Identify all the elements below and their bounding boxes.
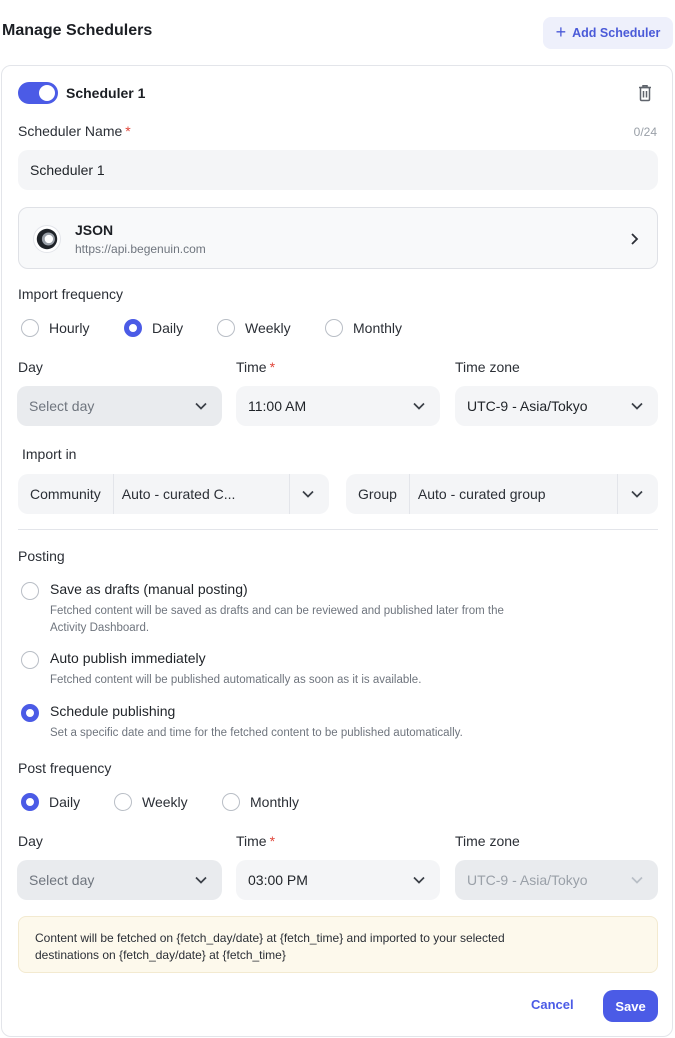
source-url: https://api.begenuin.com <box>75 242 206 256</box>
option-auto-publish-desc: Fetched content will be published automa… <box>50 674 422 686</box>
community-select[interactable]: Community Auto - curated C... <box>18 474 329 514</box>
radio-post-weekly[interactable] <box>114 793 132 811</box>
option-auto-publish[interactable]: Auto publish immediately <box>50 650 206 666</box>
source-name: JSON <box>75 222 114 238</box>
radio-hourly[interactable] <box>21 319 39 337</box>
post-freq-daily[interactable]: Daily <box>21 793 80 811</box>
scheduler-name-input[interactable]: Scheduler 1 <box>18 150 658 190</box>
chevron-down-icon <box>631 876 643 884</box>
scheduler-name-label: Scheduler Name * <box>18 123 131 139</box>
radio-monthly[interactable] <box>325 319 343 337</box>
option-schedule-publishing[interactable]: Schedule publishing <box>50 703 175 719</box>
name-char-counter: 0/24 <box>633 125 657 139</box>
group-value: Auto - curated group <box>417 486 546 502</box>
scheduler-enabled-toggle[interactable] <box>18 82 58 104</box>
save-button[interactable]: Save <box>603 990 658 1022</box>
radio-daily[interactable] <box>124 319 142 337</box>
import-freq-weekly[interactable]: Weekly <box>217 319 291 337</box>
post-time-label: Time * <box>236 833 276 849</box>
import-timezone-label: Time zone <box>455 359 520 375</box>
radio-save-drafts[interactable] <box>21 582 39 600</box>
group-label: Group <box>346 474 410 514</box>
radio-post-daily[interactable] <box>21 793 39 811</box>
chevron-down-icon <box>631 402 643 410</box>
import-day-select[interactable]: Select day <box>17 386 222 426</box>
option-save-drafts-desc: Fetched content will be saved as drafts … <box>50 605 504 634</box>
chevron-down-icon <box>413 402 425 410</box>
radio-post-monthly[interactable] <box>222 793 240 811</box>
community-label: Community <box>18 474 114 514</box>
cancel-button[interactable]: Cancel <box>531 997 574 1012</box>
chevron-down-icon <box>195 402 207 410</box>
chevron-down-icon <box>413 876 425 884</box>
scheduler-card: Scheduler 1 Scheduler Name * 0/24 Schedul… <box>1 65 673 1037</box>
scheduler-title: Scheduler 1 <box>66 85 146 101</box>
radio-auto-publish[interactable] <box>21 651 39 669</box>
post-freq-monthly[interactable]: Monthly <box>222 793 299 811</box>
source-card[interactable]: JSON https://api.begenuin.com <box>18 207 658 269</box>
post-timezone-select: UTC-9 - Asia/Tokyo <box>455 860 658 900</box>
import-time-label: Time * <box>236 359 276 375</box>
chevron-right-icon <box>631 233 639 245</box>
json-logo <box>33 225 61 253</box>
page-title: Manage Schedulers <box>2 22 153 39</box>
posting-label: Posting <box>18 548 65 564</box>
import-timezone-select[interactable]: UTC-9 - Asia/Tokyo <box>455 386 658 426</box>
post-day-select[interactable]: Select day <box>17 860 222 900</box>
chevron-down-icon <box>631 490 643 498</box>
import-day-label: Day <box>18 359 43 375</box>
post-freq-weekly[interactable]: Weekly <box>114 793 188 811</box>
trash-icon[interactable] <box>638 84 652 102</box>
post-timezone-label: Time zone <box>455 833 520 849</box>
schedule-summary-note: Content will be fetched on {fetch_day/da… <box>18 916 658 973</box>
post-day-label: Day <box>18 833 43 849</box>
option-schedule-publishing-desc: Set a specific date and time for the fet… <box>50 727 463 739</box>
community-value: Auto - curated C... <box>121 486 236 502</box>
radio-weekly[interactable] <box>217 319 235 337</box>
option-save-drafts[interactable]: Save as drafts (manual posting) <box>50 581 248 597</box>
import-in-label: Import in <box>22 446 77 462</box>
import-frequency-label: Import frequency <box>18 286 124 302</box>
chevron-down-icon <box>195 876 207 884</box>
chevron-down-icon <box>302 490 314 498</box>
group-select[interactable]: Group Auto - curated group <box>346 474 658 514</box>
import-freq-monthly[interactable]: Monthly <box>325 319 402 337</box>
import-freq-hourly[interactable]: Hourly <box>21 319 89 337</box>
post-frequency-label: Post frequency <box>18 760 112 776</box>
import-time-select[interactable]: 11:00 AM <box>236 386 440 426</box>
add-scheduler-label: Add Scheduler <box>572 26 661 40</box>
plus-icon: + <box>555 22 567 42</box>
section-divider <box>18 529 658 530</box>
add-scheduler-button[interactable]: + Add Scheduler <box>543 17 673 49</box>
radio-schedule-publishing[interactable] <box>21 704 39 722</box>
post-time-select[interactable]: 03:00 PM <box>236 860 440 900</box>
import-freq-daily[interactable]: Daily <box>124 319 183 337</box>
